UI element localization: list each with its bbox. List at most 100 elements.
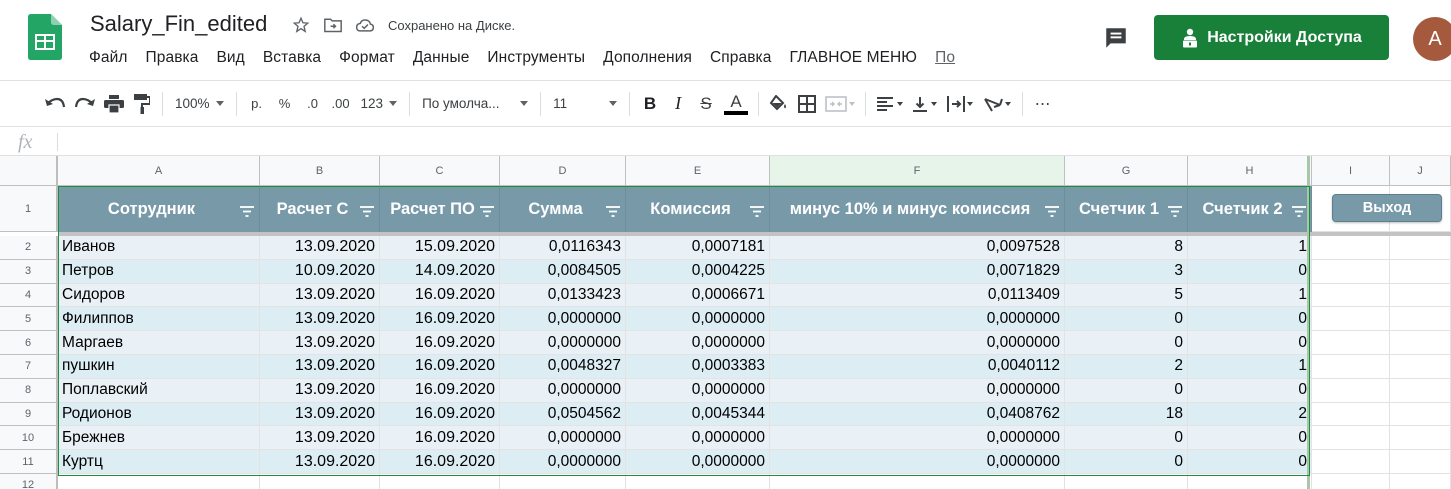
menu-addons[interactable]: Дополнения bbox=[594, 49, 701, 67]
table-cell[interactable]: 0,0000000 bbox=[770, 378, 1065, 403]
menu-tools[interactable]: Инструменты bbox=[478, 49, 594, 67]
empty-cell[interactable] bbox=[1312, 355, 1390, 379]
table-cell[interactable]: 0,0000000 bbox=[626, 450, 770, 474]
row-header[interactable]: 3 bbox=[0, 259, 58, 284]
table-cell[interactable]: 16.09.2020 bbox=[380, 283, 500, 308]
table-cell[interactable]: 14.09.2020 bbox=[380, 259, 500, 284]
avatar[interactable]: А bbox=[1413, 17, 1451, 61]
fill-color-button[interactable] bbox=[765, 89, 793, 119]
row-header[interactable]: 12 bbox=[0, 474, 58, 489]
menu-help[interactable]: Справка bbox=[701, 49, 781, 67]
strikethrough-button[interactable]: S bbox=[692, 89, 720, 119]
paint-format-button[interactable] bbox=[128, 89, 156, 119]
table-header-cell[interactable]: Сотрудник bbox=[58, 186, 260, 232]
column-header-b[interactable]: B bbox=[260, 156, 380, 186]
font-select[interactable]: По умолча... bbox=[416, 89, 534, 119]
document-title[interactable]: Salary_Fin_edited bbox=[90, 11, 267, 37]
filter-icon[interactable] bbox=[239, 206, 255, 218]
italic-button[interactable]: I bbox=[664, 89, 692, 119]
table-cell[interactable]: Родионов bbox=[58, 402, 260, 427]
table-cell[interactable]: Филиппов bbox=[58, 307, 260, 332]
merge-cells-button[interactable] bbox=[821, 89, 859, 119]
empty-cell[interactable] bbox=[1390, 355, 1451, 379]
table-cell[interactable]: 0 bbox=[1188, 426, 1312, 451]
row-header[interactable]: 9 bbox=[0, 402, 58, 427]
table-cell[interactable]: 0 bbox=[1065, 426, 1188, 451]
table-cell[interactable]: 13.09.2020 bbox=[260, 450, 380, 474]
table-cell[interactable]: 2 bbox=[1188, 402, 1312, 427]
empty-cell[interactable] bbox=[1312, 259, 1390, 284]
table-header-cell[interactable]: Сумма bbox=[500, 186, 626, 232]
redo-button[interactable] bbox=[70, 89, 100, 119]
table-cell[interactable]: 16.09.2020 bbox=[380, 307, 500, 332]
table-cell[interactable]: 0,0000000 bbox=[500, 331, 626, 355]
empty-cell[interactable] bbox=[1312, 402, 1390, 427]
empty-cell[interactable] bbox=[1390, 307, 1451, 332]
table-cell[interactable]: 0,0000000 bbox=[626, 426, 770, 451]
table-cell[interactable]: 16.09.2020 bbox=[380, 331, 500, 355]
column-header-h[interactable]: H bbox=[1188, 156, 1312, 186]
column-header-g[interactable]: G bbox=[1065, 156, 1188, 186]
table-cell[interactable]: 13.09.2020 bbox=[260, 331, 380, 355]
table-cell[interactable]: 0,0000000 bbox=[500, 426, 626, 451]
frozen-row-divider[interactable] bbox=[58, 232, 1312, 236]
table-cell[interactable]: 16.09.2020 bbox=[380, 426, 500, 451]
menu-edit[interactable]: Правка bbox=[137, 49, 208, 67]
table-cell[interactable]: 13.09.2020 bbox=[260, 307, 380, 332]
menu-insert[interactable]: Вставка bbox=[254, 49, 330, 67]
filter-icon[interactable] bbox=[1167, 206, 1183, 218]
table-cell[interactable]: 0,0006671 bbox=[626, 283, 770, 308]
text-color-button[interactable]: A bbox=[720, 89, 752, 119]
empty-cell[interactable] bbox=[58, 474, 260, 489]
table-cell[interactable]: 0 bbox=[1188, 259, 1312, 284]
table-cell[interactable]: 0,0071829 bbox=[770, 259, 1065, 284]
table-cell[interactable]: 13.09.2020 bbox=[260, 236, 380, 260]
table-cell[interactable]: 0 bbox=[1188, 450, 1312, 474]
column-header-f[interactable]: F bbox=[770, 156, 1065, 186]
table-cell[interactable]: Петров bbox=[58, 259, 260, 284]
table-cell[interactable]: 0 bbox=[1065, 378, 1188, 403]
table-cell[interactable]: 13.09.2020 bbox=[260, 283, 380, 308]
borders-button[interactable] bbox=[793, 89, 821, 119]
table-cell[interactable]: 0,0097528 bbox=[770, 236, 1065, 260]
comments-button[interactable] bbox=[1100, 22, 1132, 54]
print-button[interactable] bbox=[100, 89, 128, 119]
star-icon[interactable] bbox=[290, 14, 312, 36]
column-header-d[interactable]: D bbox=[500, 156, 626, 186]
currency-format-button[interactable]: р. bbox=[243, 89, 271, 119]
table-cell[interactable]: 8 bbox=[1065, 236, 1188, 260]
empty-cell[interactable] bbox=[1390, 474, 1451, 489]
empty-cell[interactable] bbox=[1390, 426, 1451, 451]
table-cell[interactable]: 0,0000000 bbox=[626, 378, 770, 403]
empty-cell[interactable] bbox=[626, 474, 770, 489]
table-cell[interactable]: 0 bbox=[1065, 331, 1188, 355]
table-cell[interactable]: Иванов bbox=[58, 236, 260, 260]
table-cell[interactable]: 0,0116343 bbox=[500, 236, 626, 260]
filter-icon[interactable] bbox=[1044, 206, 1060, 218]
row-header[interactable]: 1 bbox=[0, 186, 58, 232]
column-header-a[interactable]: A bbox=[58, 156, 260, 186]
decrease-decimal-button[interactable]: .0 bbox=[299, 89, 327, 119]
font-size-select[interactable]: 11 bbox=[547, 89, 623, 119]
table-cell[interactable]: 1 bbox=[1188, 236, 1312, 260]
select-all-corner[interactable] bbox=[0, 156, 58, 186]
empty-cell[interactable] bbox=[1312, 474, 1390, 489]
empty-cell[interactable] bbox=[1390, 259, 1451, 284]
table-header-cell[interactable]: Счетчик 1 bbox=[1065, 186, 1188, 232]
empty-cell[interactable] bbox=[1312, 236, 1390, 260]
table-cell[interactable]: 3 bbox=[1065, 259, 1188, 284]
table-cell[interactable]: 0,0000000 bbox=[626, 307, 770, 332]
table-cell[interactable]: 0,0045344 bbox=[626, 402, 770, 427]
zoom-select[interactable]: 100% bbox=[169, 89, 230, 119]
row-header[interactable]: 4 bbox=[0, 283, 58, 308]
table-cell[interactable]: 0,0040112 bbox=[770, 355, 1065, 379]
row-header[interactable]: 2 bbox=[0, 236, 58, 260]
table-cell[interactable]: 0,0004225 bbox=[626, 259, 770, 284]
empty-cell[interactable] bbox=[1312, 331, 1390, 355]
table-cell[interactable]: 0,0000000 bbox=[770, 307, 1065, 332]
vertical-align-button[interactable] bbox=[908, 89, 942, 119]
table-cell[interactable]: Куртц bbox=[58, 450, 260, 474]
table-cell[interactable]: 0 bbox=[1065, 450, 1188, 474]
table-cell[interactable]: 0,0003383 bbox=[626, 355, 770, 379]
column-header-c[interactable]: C bbox=[380, 156, 500, 186]
